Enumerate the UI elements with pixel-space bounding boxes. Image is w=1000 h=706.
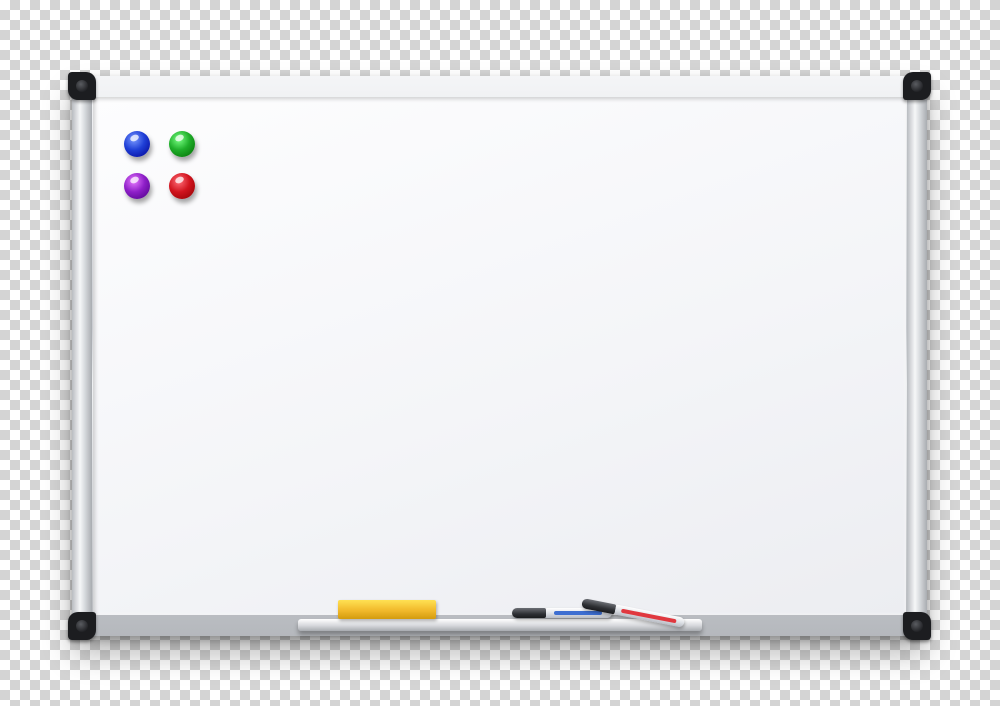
whiteboard: [68, 72, 931, 640]
frame-corner-bottom-right: [903, 612, 931, 640]
frame-corner-bottom-left: [68, 612, 96, 640]
marker-color-stripe: [554, 611, 602, 615]
magnet-purple[interactable]: [124, 173, 150, 199]
eraser[interactable]: [338, 600, 436, 619]
whiteboard-frame-right: [907, 76, 927, 636]
magnet-green[interactable]: [169, 131, 195, 157]
magnet-blue[interactable]: [124, 131, 150, 157]
frame-corner-top-left: [68, 72, 96, 100]
whiteboard-frame-left: [72, 76, 92, 636]
marker-tray: [298, 619, 702, 631]
frame-corner-top-right: [903, 72, 931, 100]
magnet-red[interactable]: [169, 173, 195, 199]
transparency-checkerboard-background: [0, 0, 1000, 706]
whiteboard-surface[interactable]: [93, 97, 906, 615]
marker-cap: [512, 608, 546, 618]
